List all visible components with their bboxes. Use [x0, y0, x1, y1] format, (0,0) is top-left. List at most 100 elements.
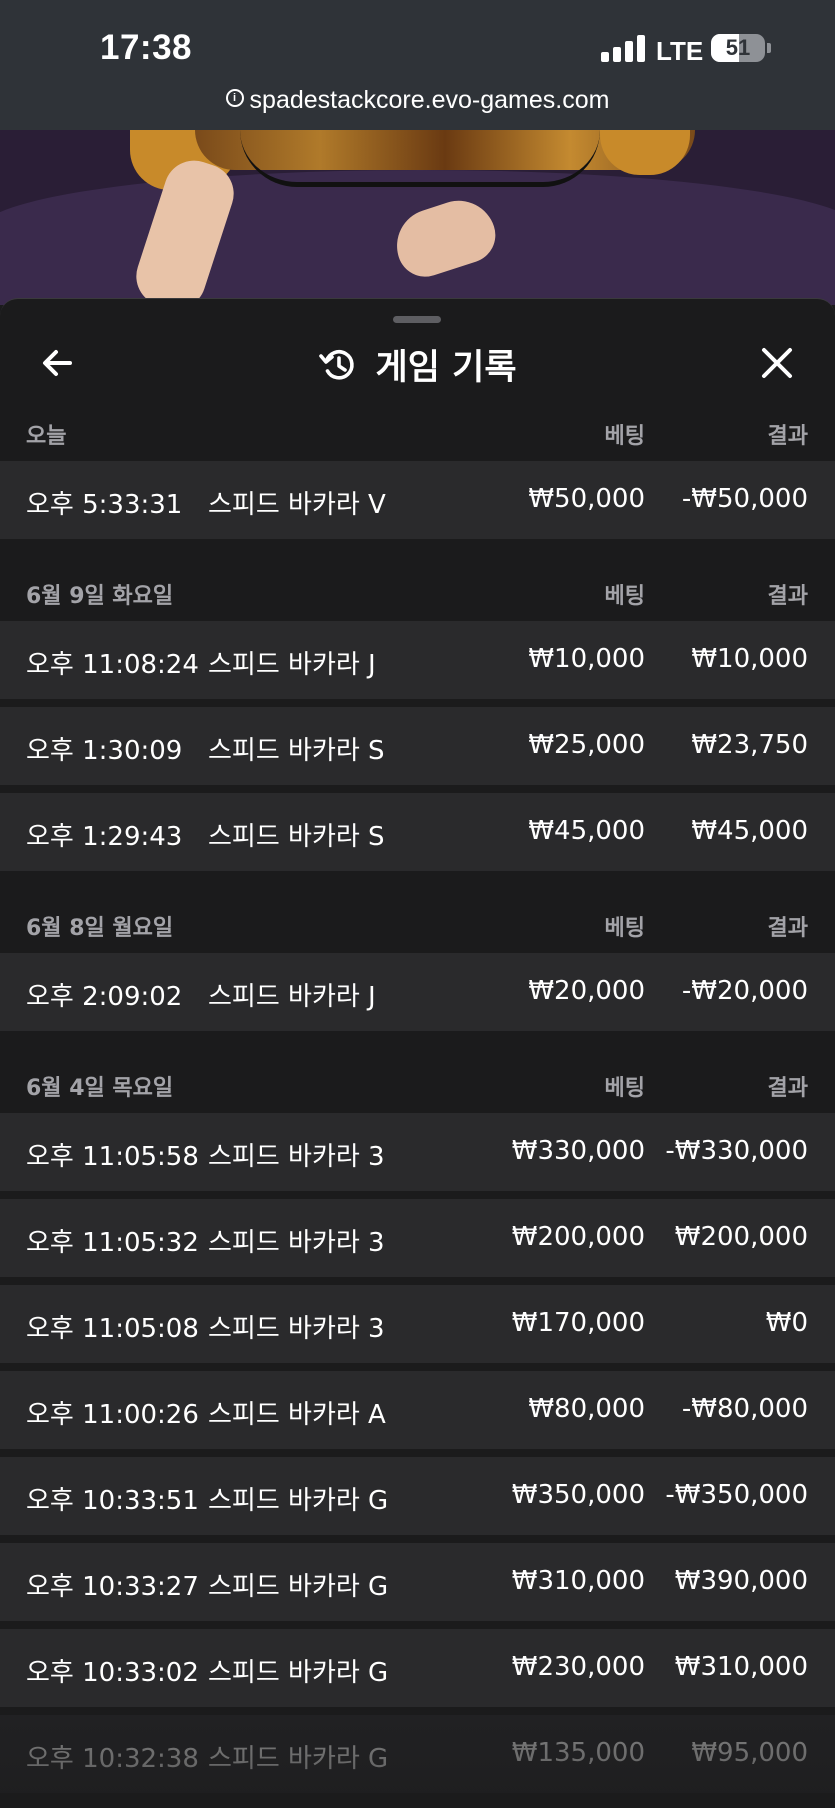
bet-column-header: 베팅	[604, 916, 645, 941]
round-time: 오후 1:30:09	[26, 736, 183, 766]
game-name: 스피드 바카라 A	[208, 1400, 386, 1430]
history-row[interactable]: 오후 10:33:02 스피드 바카라 G ₩230,000 ₩310,000	[0, 1629, 835, 1707]
sheet-title: 게임 기록	[0, 339, 835, 389]
battery-level: 51	[725, 35, 751, 60]
round-time: 오후 11:05:08	[26, 1314, 199, 1344]
history-row[interactable]: 오후 1:29:43 스피드 바카라 S ₩45,000 ₩45,000	[0, 793, 835, 871]
bet-column-header: 베팅	[604, 1076, 645, 1101]
bet-amount: ₩200,000	[511, 1222, 645, 1252]
drag-handle[interactable]	[393, 316, 441, 323]
round-time: 오후 11:08:24	[26, 650, 199, 680]
history-row[interactable]: 오후 10:32:38 스피드 바카라 G ₩135,000 ₩95,000	[0, 1715, 835, 1793]
game-name: 스피드 바카라 3	[208, 1142, 385, 1172]
round-time: 오후 2:09:02	[26, 982, 183, 1012]
history-list[interactable]: 오늘 베팅 결과 오후 5:33:31 스피드 바카라 V ₩50,000 -₩50,000…	[0, 402, 835, 1801]
round-time: 오후 10:32:38	[26, 1744, 199, 1774]
game-name: 스피드 바카라 G	[208, 1572, 389, 1602]
result-column-header: 결과	[767, 916, 808, 941]
group-date: 6월 9일 화요일	[26, 584, 174, 609]
game-name: 스피드 바카라 G	[208, 1486, 389, 1516]
bet-amount: ₩20,000	[528, 976, 645, 1006]
table-edge	[240, 130, 600, 187]
result-amount: -₩350,000	[665, 1480, 808, 1510]
game-name: 스피드 바카라 3	[208, 1228, 385, 1258]
bet-amount: ₩330,000	[511, 1136, 645, 1166]
result-amount: -₩20,000	[681, 976, 808, 1006]
history-row[interactable]: 오후 1:30:09 스피드 바카라 S ₩25,000 ₩23,750	[0, 707, 835, 785]
result-column-header: 결과	[767, 424, 808, 449]
round-time: 오후 10:33:51	[26, 1486, 199, 1516]
result-amount: ₩0	[765, 1308, 808, 1338]
date-group-header: 6월 9일 화요일 베팅 결과	[0, 562, 835, 621]
info-icon: i	[225, 89, 244, 108]
history-row[interactable]: 오후 10:33:51 스피드 바카라 G ₩350,000 -₩350,000	[0, 1457, 835, 1535]
group-gap	[0, 879, 835, 894]
status-time: 17:38	[100, 28, 193, 67]
bet-amount: ₩350,000	[511, 1480, 645, 1510]
result-amount: -₩330,000	[665, 1136, 808, 1166]
close-icon	[762, 348, 792, 378]
history-row[interactable]: 오후 11:05:58 스피드 바카라 3 ₩330,000 -₩330,000	[0, 1113, 835, 1191]
group-date: 6월 4일 목요일	[26, 1076, 174, 1101]
result-column-header: 결과	[767, 1076, 808, 1101]
signal-icon	[601, 34, 647, 62]
bet-amount: ₩45,000	[528, 816, 645, 846]
result-amount: ₩23,750	[691, 730, 808, 760]
history-row[interactable]: 오후 11:05:32 스피드 바카라 3 ₩200,000 ₩200,000	[0, 1199, 835, 1277]
game-name: 스피드 바카라 G	[208, 1744, 389, 1774]
bet-column-header: 베팅	[604, 424, 645, 449]
history-row[interactable]: 오후 11:00:26 스피드 바카라 A ₩80,000 -₩80,000	[0, 1371, 835, 1449]
round-time: 오후 10:33:02	[26, 1658, 199, 1688]
round-time: 오후 11:00:26	[26, 1400, 199, 1430]
group-gap	[0, 547, 835, 562]
date-group-header: 6월 8일 월요일 베팅 결과	[0, 894, 835, 953]
bet-amount: ₩310,000	[511, 1566, 645, 1596]
result-amount: ₩200,000	[674, 1222, 808, 1252]
result-amount: ₩95,000	[691, 1738, 808, 1768]
close-button[interactable]	[757, 343, 797, 383]
round-time: 오후 10:33:27	[26, 1572, 199, 1602]
group-date: 6월 8일 월요일	[26, 916, 174, 941]
history-row[interactable]: 오후 11:05:08 스피드 바카라 3 ₩170,000 ₩0	[0, 1285, 835, 1363]
network-type: LTE	[656, 36, 704, 66]
result-amount: -₩80,000	[681, 1394, 808, 1424]
game-name: 스피드 바카라 V	[208, 490, 386, 520]
game-name: 스피드 바카라 S	[208, 736, 385, 766]
round-time: 오후 1:29:43	[26, 822, 183, 852]
round-time: 오후 5:33:31	[26, 490, 183, 520]
group-date: 오늘	[26, 424, 67, 449]
address-bar[interactable]: i spadestackcore.evo-games.com	[0, 86, 835, 122]
result-amount: -₩50,000	[681, 484, 808, 514]
bet-amount: ₩230,000	[511, 1652, 645, 1682]
round-time: 오후 11:05:58	[26, 1142, 199, 1172]
game-name: 스피드 바카라 J	[208, 650, 376, 680]
history-row[interactable]: 오후 10:33:27 스피드 바카라 G ₩310,000 ₩390,000	[0, 1543, 835, 1621]
round-time: 오후 11:05:32	[26, 1228, 199, 1258]
game-name: 스피드 바카라 G	[208, 1658, 389, 1688]
group-gap	[0, 1039, 835, 1054]
bet-amount: ₩170,000	[511, 1308, 645, 1338]
game-name: 스피드 바카라 3	[208, 1314, 385, 1344]
live-video	[0, 130, 835, 305]
status-bar: 17:38 LTE 51 i spadestackcore.evo-games.c…	[0, 0, 835, 130]
history-row[interactable]: 오후 11:08:24 스피드 바카라 J ₩10,000 ₩10,000	[0, 621, 835, 699]
bet-amount: ₩135,000	[511, 1738, 645, 1768]
history-row[interactable]: 오후 2:09:02 스피드 바카라 J ₩20,000 -₩20,000	[0, 953, 835, 1031]
history-icon	[319, 349, 355, 380]
result-amount: ₩390,000	[674, 1566, 808, 1596]
bet-column-header: 베팅	[604, 584, 645, 609]
bet-amount: ₩10,000	[528, 644, 645, 674]
result-amount: ₩310,000	[674, 1652, 808, 1682]
bet-amount: ₩25,000	[528, 730, 645, 760]
game-name: 스피드 바카라 S	[208, 822, 385, 852]
battery-tip	[767, 43, 771, 53]
bet-amount: ₩50,000	[528, 484, 645, 514]
result-amount: ₩45,000	[691, 816, 808, 846]
history-row[interactable]: 오후 5:33:31 스피드 바카라 V ₩50,000 -₩50,000	[0, 461, 835, 539]
battery-icon: 51	[711, 34, 765, 62]
date-group-header: 6월 4일 목요일 베팅 결과	[0, 1054, 835, 1113]
game-history-sheet: 게임 기록 오늘 베팅 결과 오후 5:33:31 스피드 바카라 V ₩50,000 -₩…	[0, 298, 835, 1808]
date-group-header: 오늘 베팅 결과	[0, 402, 835, 461]
result-amount: ₩10,000	[691, 644, 808, 674]
bet-amount: ₩80,000	[528, 1394, 645, 1424]
